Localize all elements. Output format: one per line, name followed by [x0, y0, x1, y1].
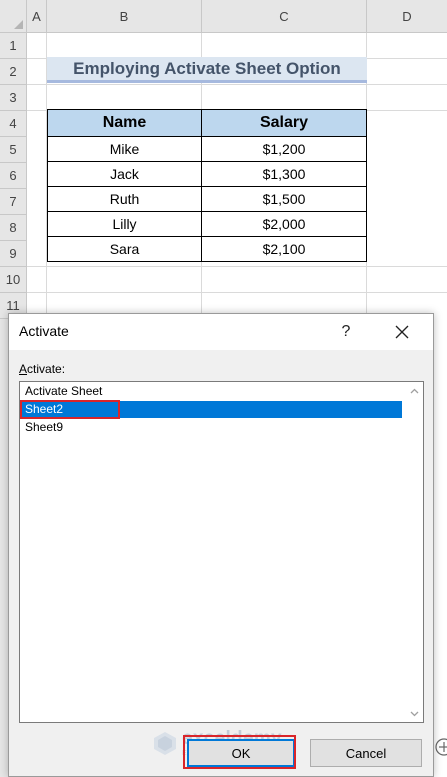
- ok-highlight-box: [183, 735, 296, 769]
- salary-cell[interactable]: $1,500: [201, 186, 367, 212]
- row-header-8[interactable]: 8: [0, 215, 27, 241]
- row-header-6[interactable]: 6: [0, 163, 27, 189]
- column-header-a[interactable]: A: [27, 0, 47, 33]
- row-header-7[interactable]: 7: [0, 189, 27, 215]
- table-row: Lilly $2,000: [47, 211, 367, 237]
- help-button[interactable]: ?: [334, 320, 358, 344]
- column-header-d[interactable]: D: [367, 0, 447, 33]
- add-sheet-icon[interactable]: [434, 737, 447, 757]
- sheet-listbox[interactable]: Activate Sheet Sheet2 Sheet9: [19, 381, 424, 723]
- table-header-row: Name Salary: [47, 109, 367, 137]
- column-header-c[interactable]: C: [202, 0, 367, 33]
- activate-dialog: Activate ? Activate: Activate Sheet Shee…: [8, 313, 434, 777]
- name-cell[interactable]: Jack: [47, 161, 202, 187]
- salary-cell[interactable]: $2,100: [201, 236, 367, 262]
- salary-cell[interactable]: $2,000: [201, 211, 367, 237]
- name-cell[interactable]: Lilly: [47, 211, 202, 237]
- table-header-name[interactable]: Name: [47, 109, 202, 137]
- scroll-up-button[interactable]: [406, 382, 423, 399]
- cancel-button[interactable]: Cancel: [310, 739, 422, 767]
- chevron-down-icon: [410, 711, 419, 716]
- list-item-sheet9[interactable]: Sheet9: [21, 419, 402, 436]
- row-header-2[interactable]: 2: [0, 59, 27, 85]
- label-text: ctivate:: [27, 362, 66, 376]
- scroll-down-button[interactable]: [406, 705, 423, 722]
- label-accesskey: A: [19, 362, 28, 376]
- gridline: [27, 266, 447, 267]
- select-all-corner[interactable]: [0, 0, 27, 33]
- row-header-4[interactable]: 4: [0, 111, 27, 137]
- gridline: [27, 292, 447, 293]
- name-cell[interactable]: Mike: [47, 136, 202, 162]
- dialog-title-bar[interactable]: Activate ?: [9, 314, 433, 350]
- row-header-1[interactable]: 1: [0, 33, 27, 59]
- table-row: Jack $1,300: [47, 161, 367, 187]
- activate-list-label: Activate:: [19, 362, 65, 376]
- close-icon: [395, 325, 409, 339]
- corner-triangle-icon: [14, 20, 23, 29]
- name-cell[interactable]: Ruth: [47, 186, 202, 212]
- exceldemy-logo-icon: [154, 731, 176, 755]
- sheet-title[interactable]: Employing Activate Sheet Option: [47, 57, 367, 83]
- row-header-5[interactable]: 5: [0, 137, 27, 163]
- selection-highlight-box: [20, 400, 120, 419]
- table-row: Sara $2,100: [47, 236, 367, 262]
- list-scrollbar[interactable]: [406, 382, 423, 722]
- table-header-salary[interactable]: Salary: [201, 109, 367, 137]
- row-header-9[interactable]: 9: [0, 241, 27, 267]
- gridline: [27, 84, 447, 85]
- salary-cell[interactable]: $1,300: [201, 161, 367, 187]
- column-header-b[interactable]: B: [47, 0, 202, 33]
- row-header-10[interactable]: 10: [0, 267, 27, 293]
- salary-table: Name Salary Mike $1,200 Jack $1,300 Ruth…: [47, 109, 367, 262]
- table-row: Mike $1,200: [47, 136, 367, 162]
- dialog-title: Activate: [19, 323, 69, 339]
- chevron-up-icon: [410, 388, 419, 393]
- table-row: Ruth $1,500: [47, 186, 367, 212]
- list-item-activate-sheet[interactable]: Activate Sheet: [21, 383, 402, 400]
- close-button[interactable]: [389, 320, 415, 344]
- salary-cell[interactable]: $1,200: [201, 136, 367, 162]
- name-cell[interactable]: Sara: [47, 236, 202, 262]
- row-header-3[interactable]: 3: [0, 85, 27, 111]
